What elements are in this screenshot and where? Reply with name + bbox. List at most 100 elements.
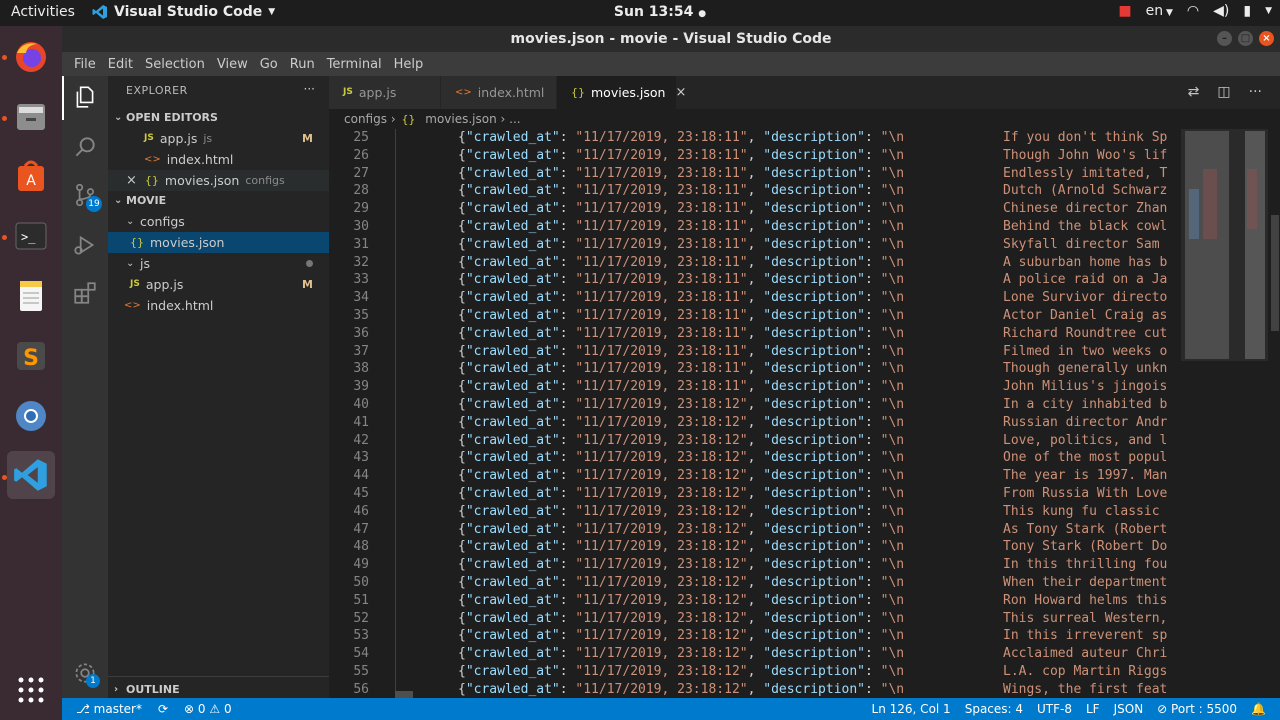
problems-status[interactable]: ⊗ 0 ⚠ 0	[184, 698, 232, 720]
tab-index-html[interactable]: <> index.html	[441, 76, 557, 109]
close-icon[interactable]: ×	[126, 170, 137, 191]
file-app-js[interactable]: JS app.js M	[108, 274, 329, 295]
description-text: From Russia With Love	[1003, 486, 1168, 501]
menu-file[interactable]: File	[68, 57, 102, 72]
split-editor-icon[interactable]: ◫	[1217, 84, 1230, 100]
camera-record-icon[interactable]: ■	[1118, 3, 1131, 19]
language-mode[interactable]: JSON	[1114, 698, 1144, 720]
code-line: 44 {"crawled_at": "11/17/2019, 23:18:12",…	[329, 467, 1181, 485]
menu-terminal[interactable]: Terminal	[321, 57, 388, 72]
open-editors-header[interactable]: ⌄ OPEN EDITORS	[108, 107, 329, 128]
editor-tabs: JS app.js <> index.html {} movies.json ×…	[329, 76, 1280, 109]
description-text: The year is 1997. Man	[1003, 468, 1168, 484]
system-tray[interactable]: ■ en ▼ ◠ ◀) ▮ ▼	[1118, 3, 1272, 19]
menu-selection[interactable]: Selection	[139, 57, 211, 72]
chevron-down-icon[interactable]: ▼	[1265, 6, 1272, 16]
json-file-icon: {}	[401, 113, 416, 126]
chevron-down-icon: ⌄	[114, 195, 123, 206]
project-header[interactable]: ⌄ MOVIE	[108, 190, 329, 211]
breadcrumb-more[interactable]: ...	[509, 112, 520, 126]
open-editor-item[interactable]: × {} movies.json configs	[108, 170, 329, 191]
code-line: 30 {"crawled_at": "11/17/2019, 23:18:11",…	[329, 218, 1181, 236]
breadcrumb-folder[interactable]: configs	[344, 112, 387, 126]
app-menu[interactable]: Visual Studio Code ▼	[92, 4, 275, 20]
code-editor[interactable]: 25 {"crawled_at": "11/17/2019, 23:18:11",…	[329, 129, 1280, 698]
folder-configs[interactable]: ⌄ configs	[108, 211, 329, 232]
cursor-position[interactable]: Ln 126, Col 1	[872, 698, 951, 720]
code-text: {"crawled_at": "11/17/2019, 23:18:11", "…	[458, 361, 905, 377]
minimap[interactable]	[1181, 129, 1268, 361]
chevron-right-icon: ›	[500, 112, 510, 126]
more-actions-icon[interactable]: ···	[1249, 84, 1262, 100]
sublime-text-icon[interactable]: S	[7, 332, 55, 380]
chromium-icon[interactable]	[7, 392, 55, 440]
vscode-dock-icon[interactable]	[7, 451, 55, 499]
file-index-html[interactable]: <> index.html	[108, 295, 329, 316]
tab-app-js[interactable]: JS app.js	[329, 76, 441, 109]
folder-js[interactable]: ⌄ js	[108, 253, 329, 274]
system-top-bar: Activities Visual Studio Code ▼ Sun 13:5…	[0, 0, 1280, 26]
git-branch-icon: ⎇	[76, 702, 94, 716]
search-icon[interactable]	[72, 134, 98, 160]
indentation[interactable]: Spaces: 4	[965, 698, 1023, 720]
extensions-icon[interactable]	[72, 280, 98, 306]
open-editor-item[interactable]: <> index.html	[108, 149, 329, 170]
horizontal-scrollbar-thumb[interactable]	[395, 691, 413, 698]
chevron-right-icon: ›	[114, 684, 119, 695]
window-title-bar[interactable]: movies.json - movie - Visual Studio Code…	[62, 26, 1280, 52]
code-text: {"crawled_at": "11/17/2019, 23:18:11", "…	[458, 325, 905, 341]
menu-help[interactable]: Help	[388, 57, 430, 72]
close-tab-icon[interactable]: ×	[675, 76, 686, 109]
branch-status[interactable]: ⎇ master*	[76, 698, 142, 720]
clock[interactable]: Sun 13:54 ●	[600, 4, 720, 20]
explorer-icon[interactable]	[72, 84, 98, 110]
open-editor-name: index.html	[166, 152, 234, 167]
open-changes-icon[interactable]: ⇄	[1188, 84, 1200, 100]
more-actions-icon[interactable]: ···	[304, 82, 315, 96]
description-text: Russian director Andr	[1003, 414, 1168, 430]
firefox-icon[interactable]	[7, 33, 55, 81]
minimize-button[interactable]: –	[1217, 31, 1232, 46]
settings-badge: 1	[86, 674, 100, 688]
files-icon[interactable]	[7, 92, 55, 140]
code-line: 35 {"crawled_at": "11/17/2019, 23:18:11",…	[329, 307, 1181, 325]
menu-run[interactable]: Run	[284, 57, 321, 72]
vertical-scrollbar[interactable]	[1268, 129, 1280, 698]
live-server-port[interactable]: ⊘ Port : 5500	[1157, 698, 1237, 720]
volume-icon[interactable]: ◀)	[1213, 3, 1229, 19]
software-center-icon[interactable]: A	[7, 152, 55, 200]
file-movies-json[interactable]: {} movies.json	[108, 232, 329, 253]
run-debug-icon[interactable]	[72, 232, 98, 258]
maximize-button[interactable]: □	[1238, 31, 1253, 46]
wifi-icon[interactable]: ◠	[1187, 3, 1199, 19]
code-line: 26 {"crawled_at": "11/17/2019, 23:18:11",…	[329, 147, 1181, 165]
terminal-icon[interactable]: >_	[7, 212, 55, 260]
encoding[interactable]: UTF-8	[1037, 698, 1072, 720]
close-window-button[interactable]: ×	[1259, 31, 1274, 46]
folder-label: js	[140, 256, 150, 271]
line-number: 47	[353, 521, 369, 537]
javascript-file-icon: JS	[130, 279, 140, 289]
tab-movies-json[interactable]: {} movies.json ×	[557, 76, 686, 109]
end-of-line[interactable]: LF	[1086, 698, 1100, 720]
folder-label: configs	[140, 214, 185, 229]
scrollbar-thumb[interactable]	[1271, 215, 1279, 331]
text-editor-icon[interactable]	[7, 272, 55, 320]
activities-button[interactable]: Activities	[11, 4, 75, 20]
description-text: Filmed in two weeks o	[1003, 343, 1168, 359]
menu-go[interactable]: Go	[254, 57, 284, 72]
svg-text:>_: >_	[21, 230, 36, 244]
outline-header[interactable]: › OUTLINE	[108, 679, 329, 700]
project-label: MOVIE	[126, 194, 167, 207]
menu-view[interactable]: View	[211, 57, 254, 72]
menu-edit[interactable]: Edit	[102, 57, 139, 72]
open-editor-item[interactable]: JS app.js js M	[108, 128, 329, 149]
breadcrumb-file[interactable]: movies.json	[425, 112, 496, 126]
show-applications-icon[interactable]	[7, 666, 55, 714]
keyboard-layout[interactable]: en ▼	[1146, 3, 1173, 19]
notifications-bell-icon[interactable]: 🔔	[1251, 698, 1266, 720]
battery-icon[interactable]: ▮	[1243, 3, 1251, 19]
description-text: L.A. cop Martin Riggs	[1003, 664, 1168, 679]
sync-icon[interactable]: ⟳	[158, 698, 168, 720]
breadcrumb: configs › {} movies.json › ...	[329, 109, 1280, 129]
